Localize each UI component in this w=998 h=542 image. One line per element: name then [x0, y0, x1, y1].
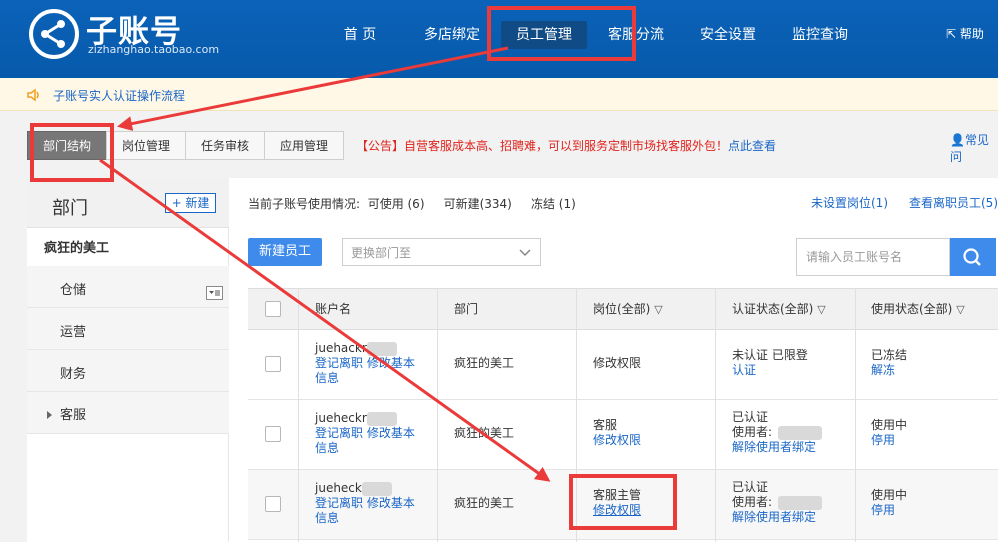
arrow-tab-to-position — [99, 158, 551, 482]
annotation-arrows — [99, 46, 551, 482]
arrow-nav-to-tab — [117, 46, 509, 131]
